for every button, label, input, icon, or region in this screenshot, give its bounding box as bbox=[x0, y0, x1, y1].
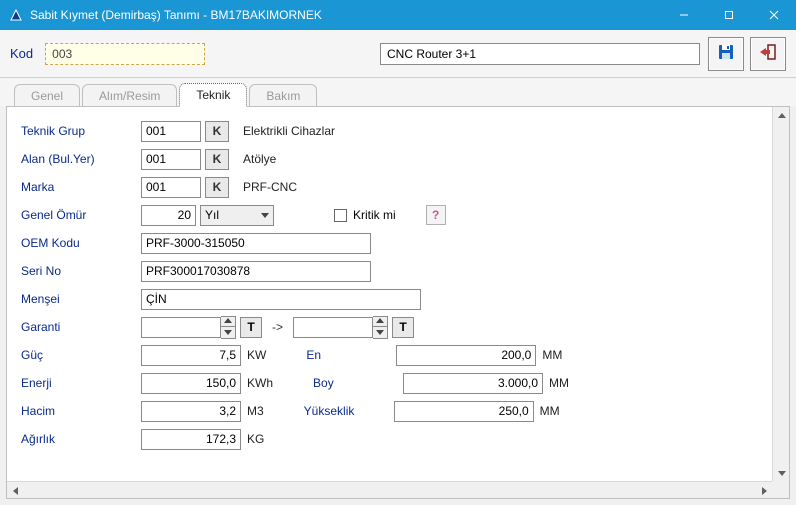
boy-label: Boy bbox=[313, 376, 403, 390]
agirlik-label: Ağırlık bbox=[21, 432, 141, 446]
kritik-checkbox[interactable]: Kritik mi bbox=[334, 208, 396, 222]
help-button[interactable]: ? bbox=[426, 205, 446, 225]
yukseklik-label: Yükseklik bbox=[304, 404, 394, 418]
tab-strip: Genel Alım/Resim Teknik Bakım bbox=[0, 78, 796, 106]
kritik-label: Kritik mi bbox=[353, 208, 396, 222]
garanti-arrow-label: -> bbox=[272, 320, 283, 334]
hacim-input[interactable] bbox=[141, 401, 241, 422]
garanti-from-input[interactable] bbox=[141, 317, 221, 338]
close-button[interactable] bbox=[751, 0, 796, 30]
teknik-grup-label: Teknik Grup bbox=[21, 124, 141, 138]
app-icon bbox=[8, 7, 24, 23]
vertical-scrollbar[interactable] bbox=[772, 107, 789, 481]
marka-lookup-button[interactable]: K bbox=[205, 177, 229, 198]
tab-alim-resim[interactable]: Alım/Resim bbox=[82, 84, 177, 107]
guc-input[interactable] bbox=[141, 345, 241, 366]
alan-desc: Atölye bbox=[243, 152, 276, 166]
exit-icon bbox=[758, 42, 778, 65]
teknik-grup-input[interactable] bbox=[141, 121, 201, 142]
spin-up-icon[interactable] bbox=[373, 317, 387, 328]
garanti-from-date-button[interactable]: T bbox=[240, 317, 262, 338]
garanti-from-spin[interactable] bbox=[141, 316, 236, 339]
agirlik-unit: KG bbox=[247, 432, 264, 446]
teknik-grup-desc: Elektrikli Cihazlar bbox=[243, 124, 335, 138]
guc-unit: KW bbox=[247, 348, 266, 362]
garanti-to-date-button[interactable]: T bbox=[392, 317, 414, 338]
spin-down-icon[interactable] bbox=[221, 327, 235, 338]
enerji-input[interactable] bbox=[141, 373, 241, 394]
mensei-label: Menşei bbox=[21, 292, 141, 306]
hacim-unit: M3 bbox=[247, 404, 264, 418]
save-button[interactable] bbox=[708, 37, 744, 71]
oem-input[interactable] bbox=[141, 233, 371, 254]
enerji-label: Enerji bbox=[21, 376, 141, 390]
genel-omur-input[interactable] bbox=[141, 205, 196, 226]
boy-input[interactable] bbox=[403, 373, 543, 394]
scroll-right-icon[interactable] bbox=[755, 482, 772, 499]
scroll-corner bbox=[772, 481, 789, 498]
agirlik-input[interactable] bbox=[141, 429, 241, 450]
tab-teknik[interactable]: Teknik bbox=[179, 83, 247, 107]
genel-omur-label: Genel Ömür bbox=[21, 208, 141, 222]
minimize-button[interactable] bbox=[661, 0, 706, 30]
header-bar: Kod bbox=[0, 30, 796, 78]
genel-omur-unit-select[interactable]: Yıl bbox=[200, 205, 274, 226]
alan-label: Alan (Bul.Yer) bbox=[21, 152, 141, 166]
garanti-to-spin[interactable] bbox=[293, 316, 388, 339]
save-icon bbox=[716, 42, 736, 65]
oem-label: OEM Kodu bbox=[21, 236, 141, 250]
teknik-grup-lookup-button[interactable]: K bbox=[205, 121, 229, 142]
garanti-to-input[interactable] bbox=[293, 317, 373, 338]
marka-label: Marka bbox=[21, 180, 141, 194]
en-unit: MM bbox=[542, 348, 562, 362]
tab-genel[interactable]: Genel bbox=[14, 84, 80, 107]
en-input[interactable] bbox=[396, 345, 536, 366]
guc-label: Güç bbox=[21, 348, 141, 362]
alan-input[interactable] bbox=[141, 149, 201, 170]
marka-input[interactable] bbox=[141, 177, 201, 198]
scroll-down-icon[interactable] bbox=[773, 464, 790, 481]
maximize-button[interactable] bbox=[706, 0, 751, 30]
scroll-up-icon[interactable] bbox=[773, 107, 790, 124]
yukseklik-unit: MM bbox=[540, 404, 560, 418]
boy-unit: MM bbox=[549, 376, 569, 390]
hacim-label: Hacim bbox=[21, 404, 141, 418]
checkbox-icon bbox=[334, 209, 347, 222]
content-panel: Teknik Grup K Elektrikli Cihazlar Alan (… bbox=[6, 106, 790, 499]
marka-desc: PRF-CNC bbox=[243, 180, 297, 194]
horizontal-scrollbar[interactable] bbox=[7, 481, 772, 498]
genel-omur-unit-value: Yıl bbox=[205, 208, 219, 222]
scroll-left-icon[interactable] bbox=[7, 482, 24, 499]
mensei-input[interactable] bbox=[141, 289, 421, 310]
tab-bakim[interactable]: Bakım bbox=[249, 84, 317, 107]
alan-lookup-button[interactable]: K bbox=[205, 149, 229, 170]
seri-input[interactable] bbox=[141, 261, 371, 282]
seri-label: Seri No bbox=[21, 264, 141, 278]
kod-label: Kod bbox=[10, 46, 33, 61]
garanti-label: Garanti bbox=[21, 320, 141, 334]
chevron-down-icon bbox=[261, 208, 269, 222]
en-label: En bbox=[306, 348, 396, 362]
enerji-unit: KWh bbox=[247, 376, 273, 390]
yukseklik-input[interactable] bbox=[394, 401, 534, 422]
window-title: Sabit Kıymet (Demirbaş) Tanımı - BM17BAK… bbox=[30, 8, 661, 22]
kod-input[interactable] bbox=[45, 43, 205, 65]
spin-up-icon[interactable] bbox=[221, 317, 235, 328]
spin-down-icon[interactable] bbox=[373, 327, 387, 338]
name-input[interactable] bbox=[380, 43, 700, 65]
title-bar: Sabit Kıymet (Demirbaş) Tanımı - BM17BAK… bbox=[0, 0, 796, 30]
exit-button[interactable] bbox=[750, 37, 786, 71]
